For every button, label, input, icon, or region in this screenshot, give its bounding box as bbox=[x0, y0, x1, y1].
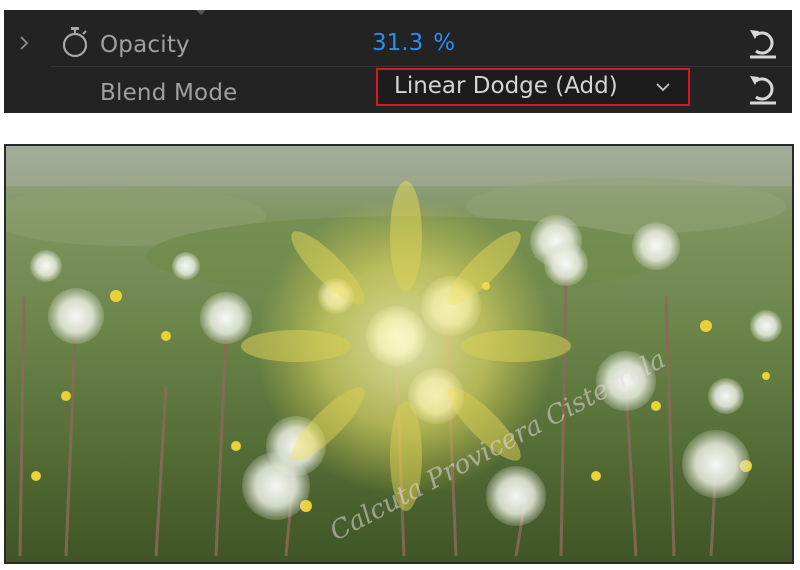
blend-mode-label: Blend Mode bbox=[100, 80, 238, 106]
reset-icon[interactable] bbox=[746, 72, 780, 106]
chevron-down-icon bbox=[656, 83, 670, 92]
composite-preview-image: Calcuta Provicera Cisterrela bbox=[4, 144, 794, 564]
timeline-marker-icon bbox=[196, 10, 206, 15]
opacity-number[interactable]: 31.3 bbox=[372, 30, 423, 56]
effect-controls-panel: Opacity 31.3% Blend Mode Linear Dodge (A… bbox=[4, 10, 792, 113]
stopwatch-icon[interactable] bbox=[60, 26, 90, 60]
reset-icon[interactable] bbox=[746, 26, 780, 60]
opacity-label: Opacity bbox=[100, 32, 190, 58]
chevron-right-icon[interactable] bbox=[18, 32, 34, 54]
blend-mode-value: Linear Dodge (Add) bbox=[394, 73, 618, 99]
row-divider bbox=[50, 66, 792, 67]
opacity-value[interactable]: 31.3% bbox=[372, 30, 455, 56]
opacity-row: Opacity 31.3% bbox=[4, 24, 792, 68]
blend-mode-row: Blend Mode Linear Dodge (Add) bbox=[4, 68, 792, 113]
blend-mode-dropdown[interactable]: Linear Dodge (Add) bbox=[376, 68, 690, 106]
opacity-unit: % bbox=[433, 30, 456, 56]
dandelion-field-image: Calcuta Provicera Cisterrela bbox=[6, 146, 792, 562]
